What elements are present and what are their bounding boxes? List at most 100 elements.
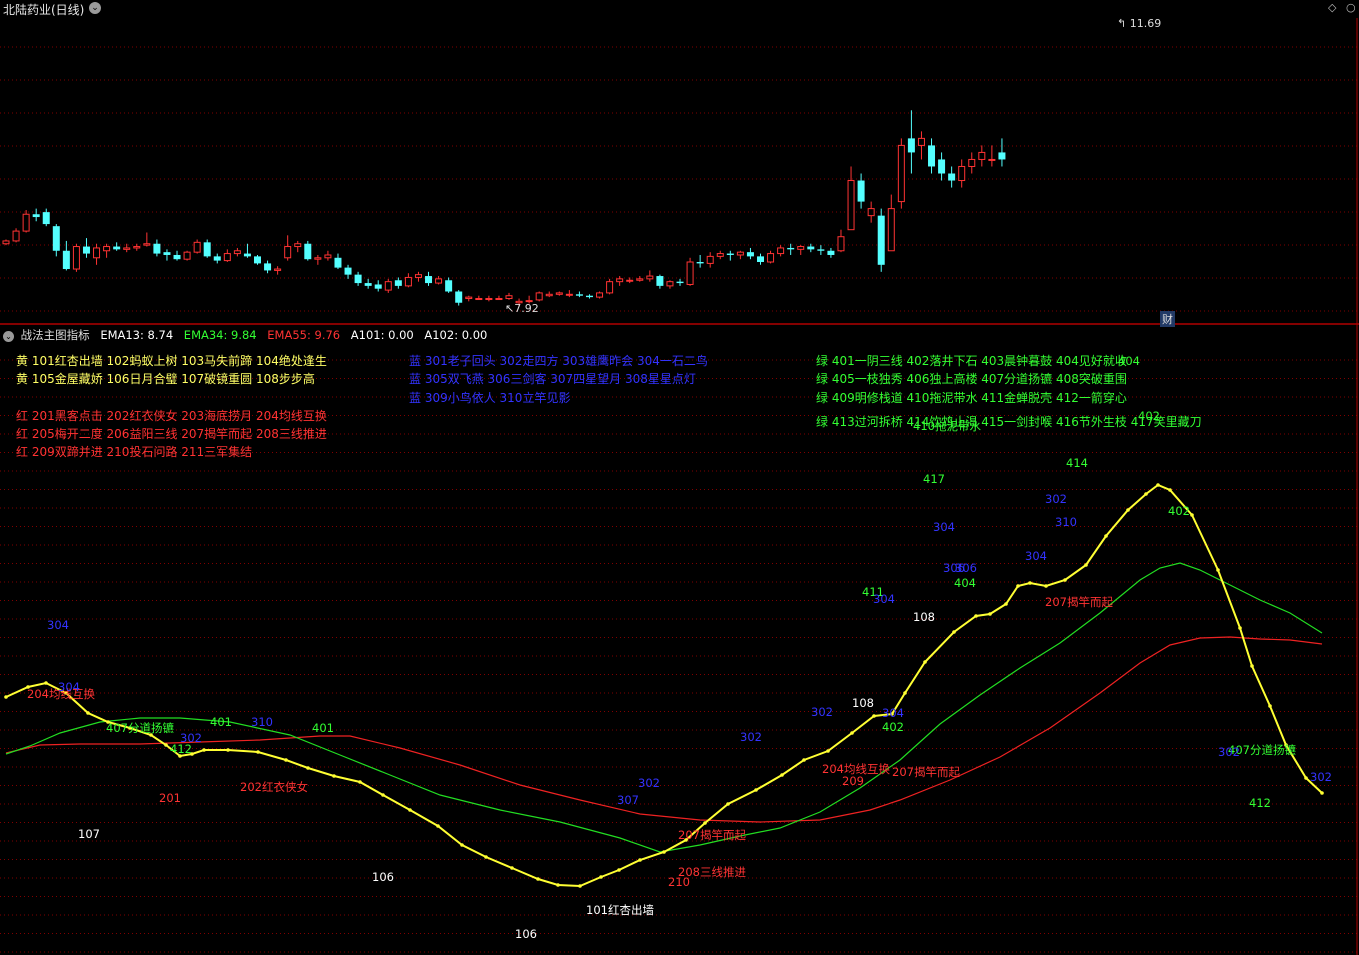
candle-body [827,250,835,255]
candle-body [847,180,855,231]
signal-label: 304 [47,618,69,632]
signal-label: 207揭竿而起 [1045,595,1113,609]
signal-label: 304 [933,520,955,534]
ema13-point [1190,513,1194,517]
signal-label: 302 [740,730,762,744]
ema13-point [1004,602,1008,606]
candle-body [223,253,231,262]
signal-label: 402 [1138,409,1160,423]
ema13-point [952,630,956,634]
ema13-point [536,877,540,881]
candle-body [736,251,744,256]
ema13-point [408,808,412,812]
signal-label: 302 [811,705,833,719]
ema13-point [306,766,310,770]
signal-label: 106 [515,927,537,941]
candle-body [133,246,141,249]
candle-body [565,293,573,296]
ema13-point [662,850,666,854]
indicator-name[interactable]: 战法主图指标 [21,328,90,342]
signal-label: 407分道扬镳 [106,721,174,735]
candle-body [153,243,161,254]
grid-lines [0,46,1359,953]
candle-body [636,278,644,281]
candle-body [404,276,412,287]
candle-body [726,253,734,255]
ema13-point [1168,488,1172,492]
candle-body [777,247,785,255]
ema13-point [1104,534,1108,538]
signal-label: 404 [1118,354,1140,368]
legend-red-2: 红 205梅开二度 206益阳三线 207揭竿而起 208三线推进 [16,427,327,441]
candle-body [2,240,10,245]
candle-body [877,215,885,265]
ema13-point [638,858,642,862]
signal-label: 108 [852,696,874,710]
candle-body [485,298,493,301]
candle-body [787,247,795,250]
signal-label: 306 [955,561,977,575]
candle-body [907,138,915,153]
candle-body [857,180,865,202]
ema13-point [202,748,206,752]
signal-label: 304 [873,592,895,606]
candle-body [173,254,181,260]
signal-label: 401 [312,721,334,735]
ema13-point [1044,584,1048,588]
candle-body [706,255,714,264]
signal-label: 302 [1218,745,1240,759]
a101-value: A101: 0.00 [350,328,414,342]
candle-body [606,281,614,294]
ema13-point [780,773,784,777]
candle-body [928,145,936,167]
candle-body [103,246,111,252]
legend-blue-1: 蓝 301老子回头 302走四方 303雄鹰昨会 304一石二鸟 [409,354,708,368]
candle-body [274,268,282,271]
candle-body [978,151,986,160]
legend-blue-3: 蓝 309小鸟依人 310立竿见影 [409,391,571,405]
signal-label: 207揭竿而起 [678,828,746,842]
legend-yellow-1: 黄 101红杏出墙 102蚂蚁上树 103马失前蹄 104绝处逢生 [16,354,327,368]
cai-badge[interactable]: 财 [1160,311,1175,327]
ema13-point [923,660,927,664]
signal-label: 202红衣侠女 [240,780,308,794]
ema13-point [599,875,603,879]
high-price-label: ↰ 11.69 [1117,17,1162,30]
indicator-header: ⌄ 战法主图指标 EMA13: 8.74 EMA34: 9.84 EMA55: … [3,327,494,343]
signal-label: 107 [78,827,100,841]
candle-body [867,208,875,217]
candle-body [465,296,473,300]
candle-body [374,284,382,289]
candle-body [555,292,563,295]
candle-body [666,281,674,287]
candle-body [314,257,322,260]
candle-body [616,278,624,283]
ema13-point [617,868,621,872]
a102-value: A102: 0.00 [424,328,488,342]
candle-body [917,137,925,146]
candle-body [445,280,453,292]
ema13-point [872,714,876,718]
legend-green-3: 绿 409明修栈道 410拖泥带水 411金蝉脱壳 412一箭穿心 [816,391,1127,405]
candle-body [716,253,724,257]
candle-body [585,295,593,298]
ema13-point [726,802,730,806]
candle-body [344,267,352,275]
candle-body [264,263,272,271]
candle-body [897,144,905,203]
ema13-point [436,824,440,828]
candle-body [837,236,845,252]
candle-body [414,274,422,278]
legend-blue-2: 蓝 305双飞燕 306三剑客 307四星望月 308星星点灯 [409,372,696,386]
ema13-point [1126,508,1130,512]
candle-body [143,243,151,246]
candle-body [22,213,30,232]
ema13-point [164,743,168,747]
candle-body [646,275,654,280]
candle-body [193,241,201,253]
signal-label: 304 [1025,549,1047,563]
candle-body [676,281,684,284]
candlestick-series [2,110,1006,306]
ema13-point [1320,791,1324,795]
chevron-down-icon[interactable]: ⌄ [3,331,14,342]
